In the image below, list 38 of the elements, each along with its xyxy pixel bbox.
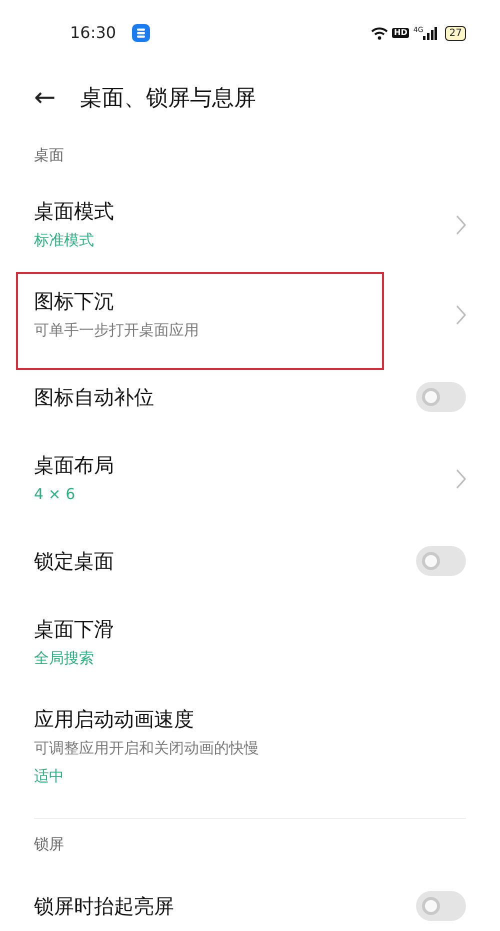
chevron-icon bbox=[456, 215, 466, 235]
settings-row[interactable]: 图标自动补位 bbox=[0, 360, 500, 434]
settings-row[interactable]: 桌面模式 标准模式 bbox=[0, 180, 500, 270]
settings-row[interactable]: 应用启动动画速度 可调整应用开启和关闭动画的快慢 适中 bbox=[0, 688, 500, 806]
setting-title: 锁定桌面 bbox=[34, 548, 115, 575]
page-title: 桌面、锁屏与息屏 bbox=[80, 84, 256, 112]
chevron-icon bbox=[456, 469, 466, 489]
setting-title: 桌面布局 bbox=[34, 452, 115, 479]
toggle-switch[interactable] bbox=[416, 891, 466, 921]
battery-level: 27 bbox=[445, 26, 466, 40]
toggle-switch[interactable] bbox=[416, 546, 466, 576]
setting-value: 适中 bbox=[34, 766, 65, 787]
setting-value: 全局搜索 bbox=[34, 648, 95, 669]
section-label: 桌面 bbox=[33, 144, 65, 166]
settings-row[interactable]: 桌面布局 4 × 6 bbox=[0, 434, 500, 524]
setting-description: 可单手一步打开桌面应用 bbox=[34, 320, 200, 341]
setting-title: 应用启动动画速度 bbox=[34, 706, 195, 733]
settings-row[interactable]: 桌面下滑 全局搜索 bbox=[0, 598, 500, 688]
toggle-switch[interactable] bbox=[416, 382, 466, 412]
settings-row[interactable]: 锁屏时抬起亮屏 bbox=[0, 869, 500, 931]
setting-title: 锁屏时抬起亮屏 bbox=[34, 893, 175, 920]
chevron-icon bbox=[456, 305, 466, 325]
setting-title: 桌面模式 bbox=[34, 198, 115, 225]
setting-description: 可调整应用开启和关闭动画的快慢 bbox=[34, 738, 260, 759]
section-label: 锁屏 bbox=[33, 834, 65, 855]
hd-badge: HD bbox=[392, 28, 410, 38]
setting-title: 图标自动补位 bbox=[34, 384, 155, 411]
setting-title: 图标下沉 bbox=[34, 288, 115, 315]
signal-icon bbox=[423, 26, 438, 40]
back-button[interactable]: ← bbox=[30, 85, 60, 111]
setting-value: 标准模式 bbox=[34, 230, 95, 251]
settings-row[interactable]: 图标下沉 可单手一步打开桌面应用 bbox=[0, 270, 500, 360]
clock-time: 16:30 bbox=[70, 22, 116, 44]
settings-row[interactable]: 锁定桌面 bbox=[0, 524, 500, 598]
app-notification-icon bbox=[132, 24, 150, 42]
setting-value: 4 × 6 bbox=[34, 484, 76, 505]
wifi-icon bbox=[371, 26, 388, 40]
setting-title: 桌面下滑 bbox=[34, 616, 115, 643]
